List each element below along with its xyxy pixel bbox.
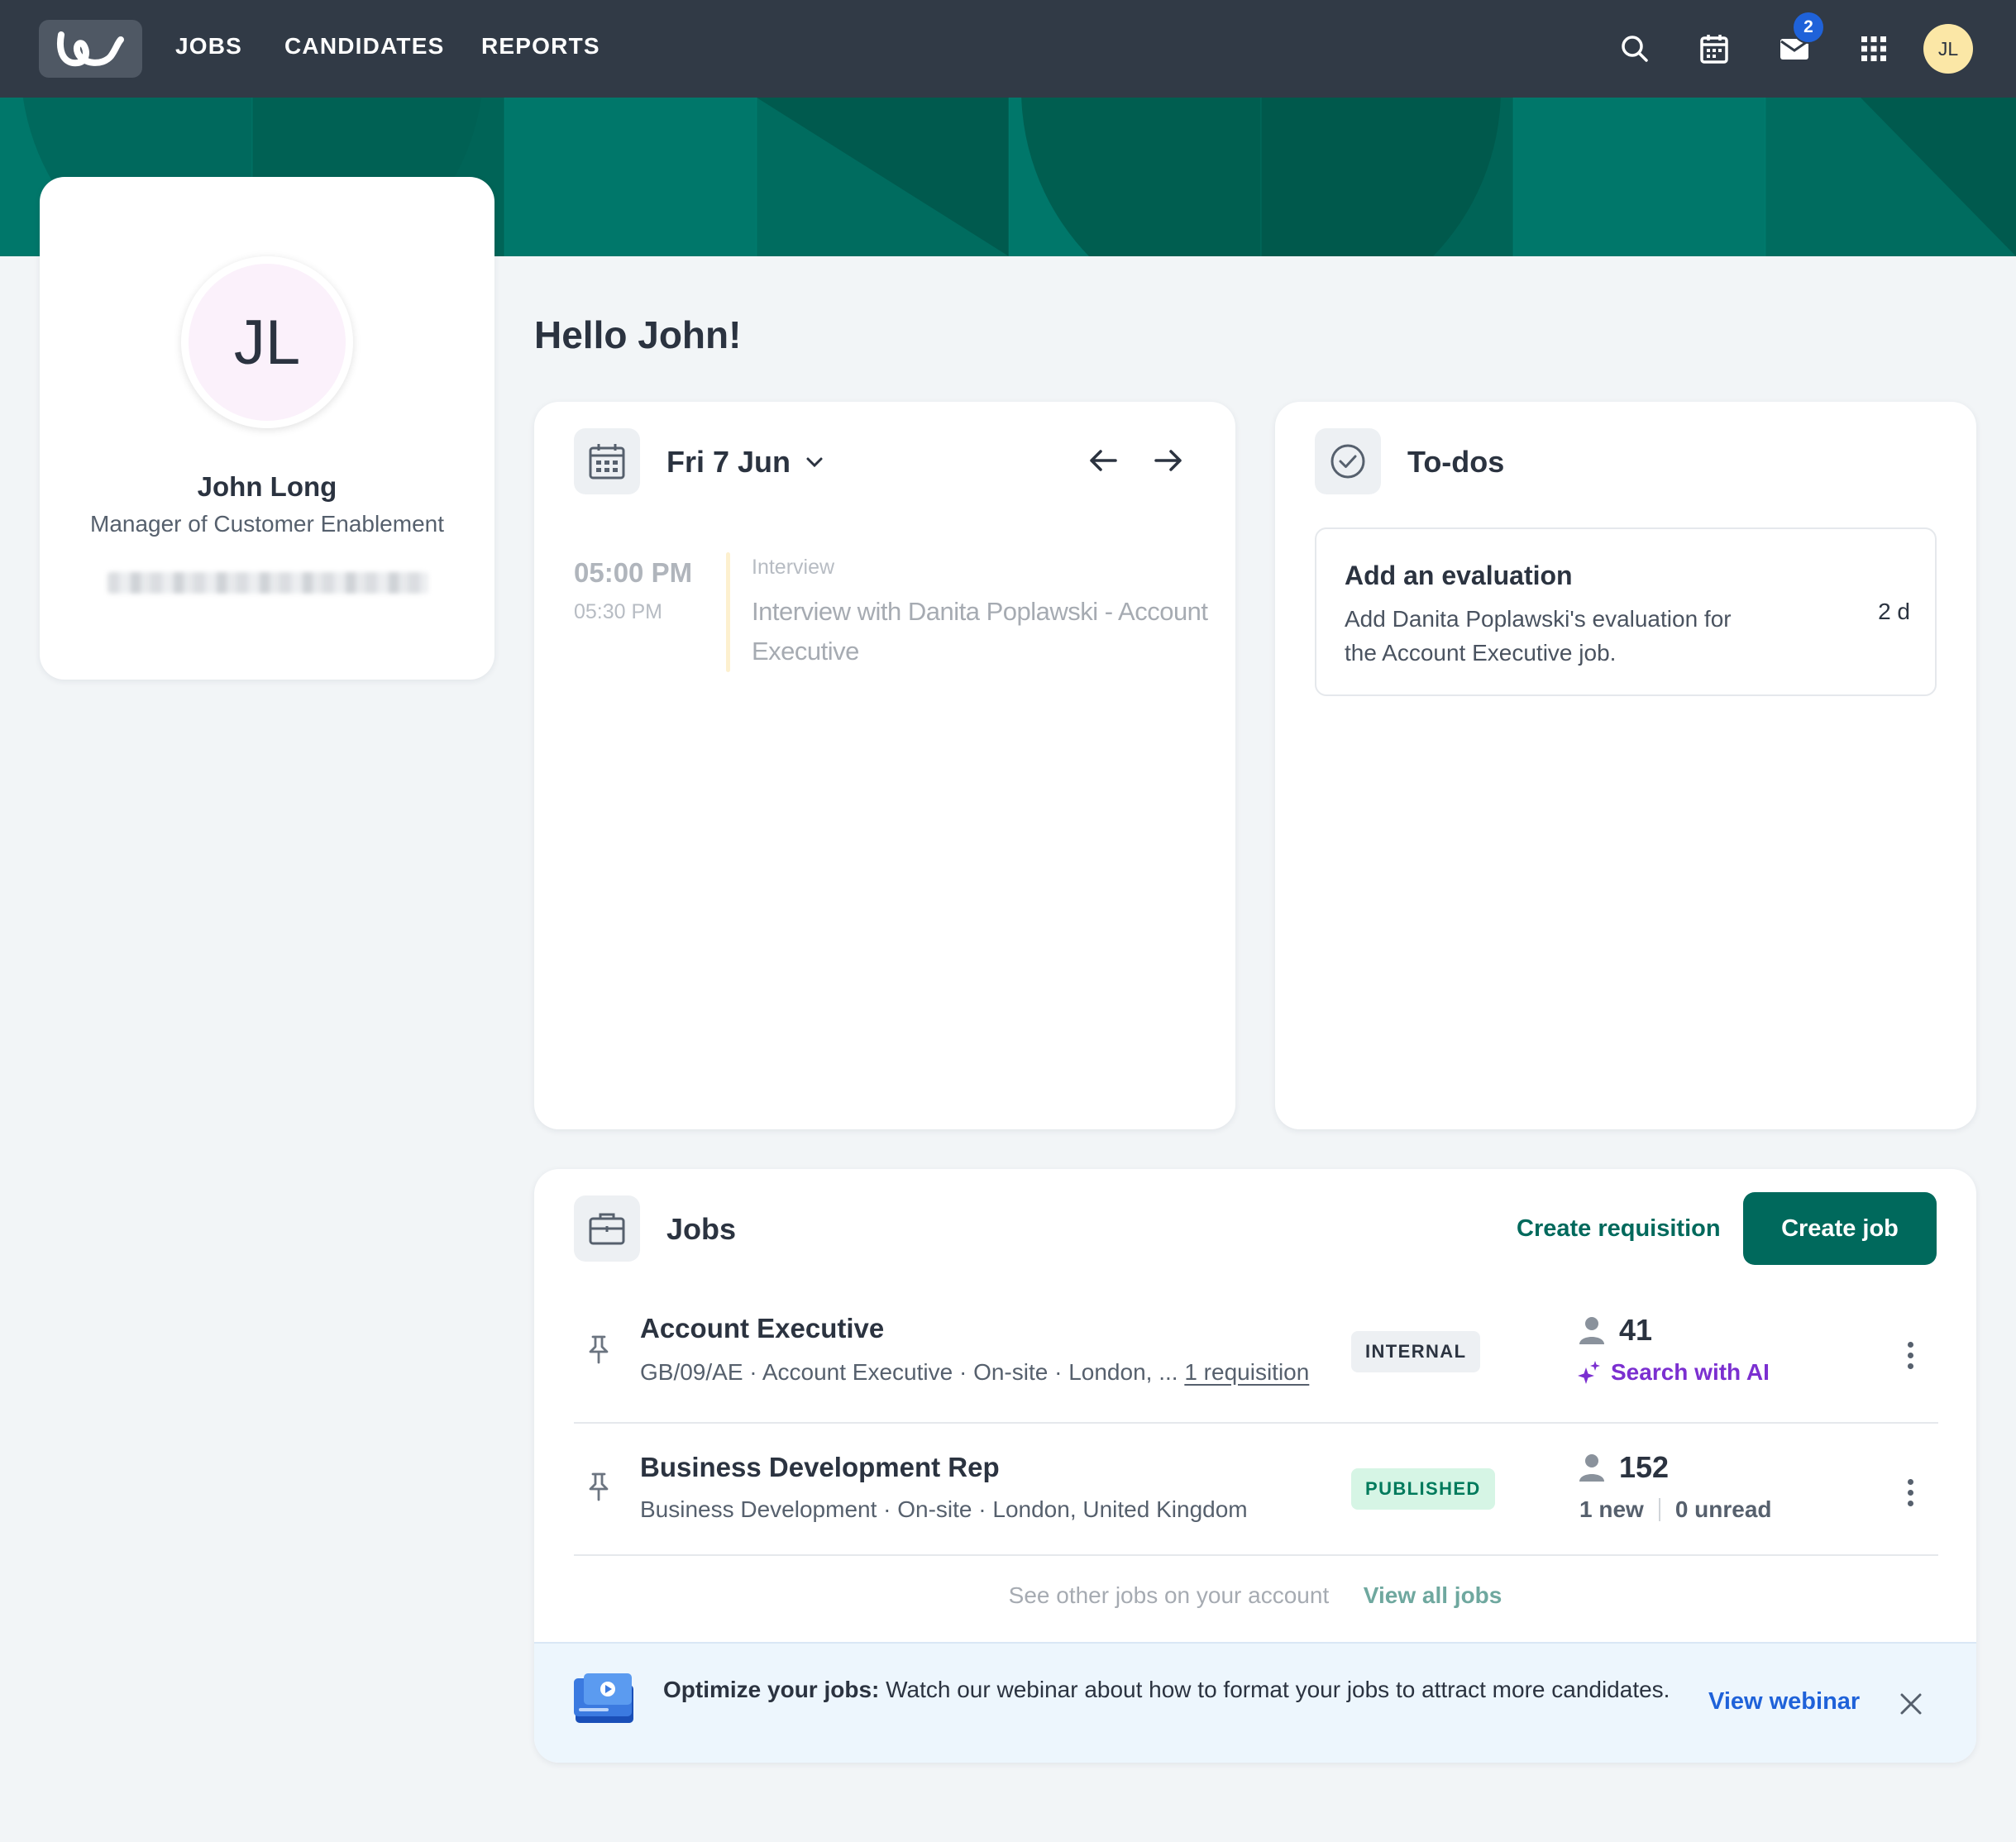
candidate-person-icon [1579,1316,1604,1348]
row-divider [574,1422,1938,1424]
user-avatar[interactable]: JL [1923,24,1973,74]
arrow-right-icon [1154,450,1182,471]
job-meta: GB/09/AE · Account Executive · On-site ·… [640,1359,1309,1386]
chevron-down-icon [806,457,823,468]
promo-text: Optimize your jobs: Watch our webinar ab… [663,1673,1672,1706]
selected-date: Fri 7 Jun [666,445,791,479]
candidate-person-icon [1579,1453,1604,1486]
previous-day-button[interactable] [1082,440,1124,481]
video-card-icon [572,1673,637,1730]
top-navigation: JOBS CANDIDATES REPORTS 2 JL [0,0,2016,98]
candidate-stats: 1 new 0 unread [1579,1496,1772,1523]
candidate-count[interactable]: 41 [1619,1313,1652,1348]
create-job-button[interactable]: Create job [1743,1192,1937,1265]
view-webinar-link[interactable]: View webinar [1708,1688,1860,1716]
event-title: Interview with Danita Poplawski - Accoun… [752,597,1208,666]
close-icon[interactable] [1890,1683,1932,1725]
status-badge: INTERNAL [1351,1331,1481,1372]
event-color-bar [726,552,730,672]
sparkle-icon [1578,1361,1600,1384]
app-logo[interactable] [39,20,142,78]
webinar-promo-banner: Optimize your jobs: Watch our webinar ab… [534,1642,1976,1763]
search-icon[interactable] [1614,28,1655,69]
todos-card: To-dos Add an evaluation Add Danita Popl… [1275,402,1976,1129]
job-meta-text: GB/09/AE · Account Executive · On-site ·… [640,1359,1178,1385]
event-type: Interview [752,556,835,579]
todo-item-age: 2 d [1878,599,1910,624]
view-all-jobs-link[interactable]: View all jobs [1364,1582,1502,1608]
jobs-card: Jobs Create requisition Create job Accou… [534,1169,1976,1763]
job-meta: Business Development · On-site · London,… [640,1496,1248,1522]
promo-bold-text: Optimize your jobs: [663,1677,880,1702]
pin-icon[interactable] [587,1472,610,1506]
requisition-link[interactable]: 1 requisition [1184,1359,1309,1385]
unread-candidates[interactable]: 0 unread [1675,1496,1772,1523]
promo-body-text: Watch our webinar about how to format yo… [879,1677,1670,1702]
search-with-ai-link[interactable]: Search with AI [1578,1359,1770,1386]
logo-icon [56,31,124,67]
briefcase-icon [589,1213,625,1245]
calendar-icon[interactable] [1694,28,1735,69]
inbox-count-badge: 2 [1792,11,1825,44]
event-end-time: 05:30 PM [574,600,663,623]
check-circle-icon [1330,444,1365,479]
job-more-options-button[interactable] [1898,1472,1923,1513]
calendar-icon [589,444,625,480]
todos-title: To-dos [1407,445,1505,479]
calendar-card: Fri 7 Jun 05:00 PM 05:30 PM Interview In… [534,402,1235,1129]
todo-item-description: Add Danita Poplawski's evaluation for th… [1345,606,1732,666]
jobs-footer-text: See other jobs on your account [1008,1582,1330,1608]
arrow-left-icon [1090,450,1117,471]
date-selector[interactable]: Fri 7 Jun [666,445,824,480]
profile-name: John Long [197,471,337,502]
profile-card: JL John Long Manager of Customer Enablem… [40,177,494,680]
nav-reports[interactable]: REPORTS [481,33,600,60]
todo-item-title: Add an evaluation [1345,561,1573,590]
jobs-footer: See other jobs on your account View all … [534,1582,1976,1609]
job-title[interactable]: Business Development Rep [640,1452,1000,1483]
profile-job-title: Manager of Customer Enablement [90,511,444,537]
candidate-count[interactable]: 152 [1619,1450,1669,1485]
jobs-card-icon-box [574,1195,640,1262]
job-title[interactable]: Account Executive [640,1313,884,1344]
search-with-ai-label: Search with AI [1611,1359,1770,1385]
event-start-time: 05:00 PM [574,557,693,588]
todos-card-icon-box [1315,428,1381,494]
todo-item[interactable]: Add an evaluation Add Danita Poplawski's… [1315,527,1937,696]
job-more-options-button[interactable] [1898,1334,1923,1376]
stat-divider [1658,1498,1660,1521]
jobs-title: Jobs [666,1212,737,1246]
next-day-button[interactable] [1148,440,1189,481]
greeting-heading: Hello John! [534,313,742,356]
row-divider [574,1554,1938,1556]
redacted-email [107,572,428,594]
apps-grid-icon[interactable] [1853,28,1894,69]
pin-icon[interactable] [587,1334,610,1368]
nav-candidates[interactable]: CANDIDATES [284,33,444,60]
profile-avatar-ring: JL [181,256,353,428]
new-candidates[interactable]: 1 new [1579,1496,1644,1523]
status-badge: PUBLISHED [1351,1468,1495,1510]
profile-avatar: JL [189,264,346,421]
calendar-card-icon-box [574,428,640,494]
nav-jobs[interactable]: JOBS [175,33,242,60]
create-requisition-link[interactable]: Create requisition [1517,1215,1721,1243]
